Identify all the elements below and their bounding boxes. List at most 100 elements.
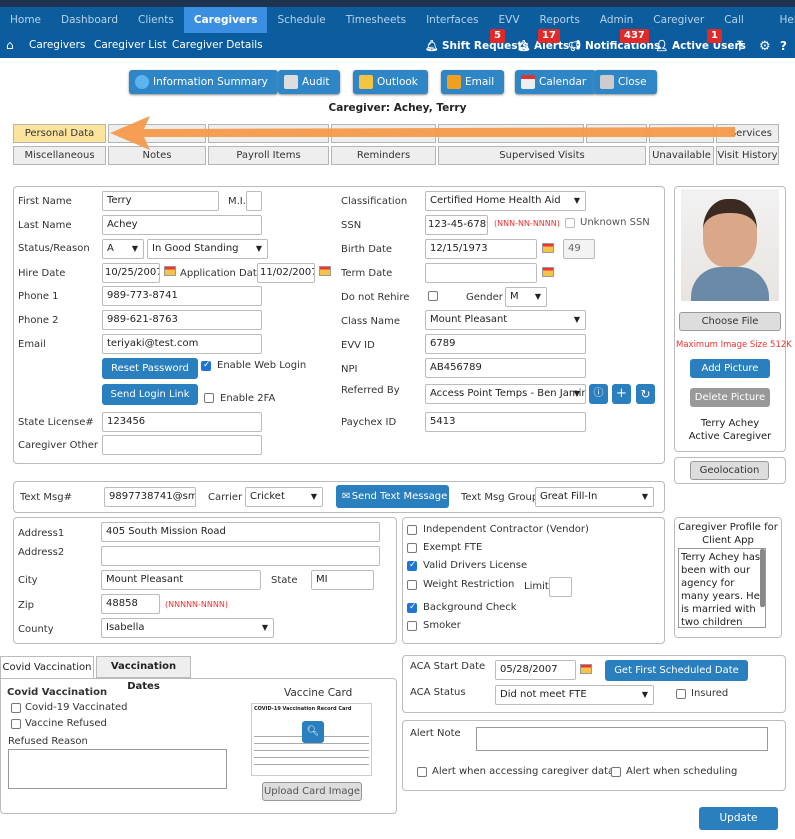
vaccine-refused-checkbox[interactable] [11, 719, 21, 729]
geolocation-button[interactable]: Geolocation [690, 461, 769, 480]
client-app-profile-textarea[interactable]: Terry Achey has been with our agency for… [678, 548, 766, 628]
nav-caregiver-search[interactable]: Caregiver Search [643, 7, 714, 52]
nav-dashboard[interactable]: Dashboard [51, 7, 128, 33]
delete-picture-button[interactable]: Delete Picture [690, 388, 770, 407]
audit-button[interactable]: Audit [278, 70, 340, 94]
nav-caregivers[interactable]: Caregivers [183, 7, 268, 33]
evv-id-input[interactable]: 6789 [425, 334, 586, 354]
tab-personal-data[interactable]: Personal Data [13, 124, 106, 143]
address2-input[interactable] [101, 546, 380, 566]
phone1-input[interactable]: 989-773-8741 [102, 286, 262, 306]
exempt-fte-checkbox[interactable] [407, 543, 417, 553]
referred-by-select[interactable]: Access Point Temps - Ben Jamin [425, 384, 586, 404]
classification-select[interactable]: Certified Home Health Aid [425, 191, 586, 211]
alert-accessing-checkbox[interactable] [417, 767, 427, 777]
term-date-input[interactable] [425, 263, 537, 283]
text-msg-input[interactable]: 9897738741@sms. [104, 487, 196, 507]
gear-icon[interactable]: ⚙ [759, 33, 771, 60]
state-license-input[interactable]: 123456 [102, 412, 262, 432]
calendar-icon[interactable] [542, 243, 554, 253]
independent-contractor-checkbox[interactable] [407, 525, 417, 535]
shift-requests-link[interactable]: 🔔︎ Shift Requests [425, 33, 529, 60]
calendar-icon[interactable] [319, 266, 331, 276]
scrollbar[interactable] [760, 549, 765, 607]
active-users-link[interactable]: 👤︎ Active Users [655, 33, 746, 60]
zip-input[interactable]: 48858 [101, 594, 160, 614]
send-login-link-button[interactable]: Send Login Link [102, 384, 198, 405]
enable-2fa-checkbox[interactable] [204, 393, 214, 403]
do-not-rehire-checkbox[interactable] [428, 291, 438, 301]
upload-card-image-button[interactable]: Upload Card Image [262, 782, 362, 801]
paychex-input[interactable]: 5413 [425, 412, 586, 432]
other-id-input[interactable] [102, 435, 262, 455]
refused-reason-textarea[interactable] [8, 749, 227, 789]
tab-covid-vaccination[interactable]: Covid Vaccination [0, 656, 94, 679]
background-check-checkbox[interactable] [407, 602, 417, 613]
nav-clients[interactable]: Clients [128, 7, 184, 33]
limit-input[interactable] [549, 577, 572, 597]
reset-password-button[interactable]: Reset Password [102, 358, 198, 379]
nav-interfaces[interactable]: Interfaces [416, 7, 488, 33]
tab-vaccination-dates[interactable]: Vaccination Dates [96, 656, 191, 692]
mi-input[interactable] [246, 191, 262, 211]
aca-start-date-input[interactable]: 05/28/2007 [495, 660, 576, 680]
email-input[interactable]: teriyaki@test.com [102, 334, 262, 354]
info-icon[interactable]: ⓘ [589, 384, 608, 404]
calendar-button[interactable]: Calendar [515, 70, 597, 94]
covid-vaccinated-checkbox[interactable] [11, 703, 21, 713]
class-name-select[interactable]: Mount Pleasant [425, 310, 586, 330]
valid-drivers-license-checkbox[interactable] [407, 560, 417, 571]
status-select[interactable]: A [102, 239, 144, 259]
choose-file-button[interactable]: Choose File [679, 312, 781, 331]
send-text-message-button[interactable]: ✉ Send Text Message [336, 485, 449, 508]
alert-note-textarea[interactable] [476, 727, 768, 751]
nav-call-center[interactable]: Call Center [714, 7, 769, 52]
text-msg-group-select[interactable]: Great Fill-In [535, 487, 654, 507]
help-icon[interactable]: ? [780, 33, 787, 60]
address1-input[interactable]: 405 South Mission Road [101, 522, 380, 542]
weight-restriction-checkbox[interactable] [407, 580, 417, 590]
calendar-icon[interactable] [164, 266, 176, 276]
close-button[interactable]: Close [594, 70, 657, 94]
carrier-select[interactable]: Cricket [245, 487, 323, 507]
first-name-input[interactable]: Terry [102, 191, 219, 211]
state-input[interactable]: MI [311, 570, 374, 590]
nav-help[interactable]: Help [770, 7, 795, 33]
add-picture-button[interactable]: Add Picture [690, 359, 770, 378]
zoom-icon[interactable]: 🔍︎ [302, 721, 324, 743]
calendar-icon[interactable] [542, 267, 554, 277]
application-date-input[interactable]: 11/02/2007 [257, 263, 315, 283]
tab-miscellaneous[interactable]: Miscellaneous [13, 146, 106, 165]
alert-scheduling-checkbox[interactable] [611, 767, 621, 777]
refresh-icon[interactable]: ↻ [636, 384, 655, 404]
city-input[interactable]: Mount Pleasant [101, 570, 261, 590]
hire-date-input[interactable]: 10/25/2007 [102, 263, 160, 283]
aca-status-select[interactable]: Did not meet FTE [495, 685, 654, 705]
county-select[interactable]: Isabella [101, 618, 274, 638]
reason-select[interactable]: In Good Standing [147, 239, 268, 259]
last-name-input[interactable]: Achey [102, 215, 262, 235]
enable-web-login-checkbox[interactable] [201, 360, 211, 371]
breadcrumb-caregiver-list[interactable]: Caregiver List [94, 33, 167, 58]
home-icon[interactable]: ⌂ [6, 33, 14, 58]
email-button[interactable]: Email [441, 70, 505, 94]
calendar-icon[interactable] [580, 664, 592, 674]
plus-icon[interactable]: + [612, 384, 631, 404]
phone2-input[interactable]: 989-621-8763 [102, 310, 262, 330]
npi-input[interactable]: AB456789 [425, 358, 586, 378]
nav-schedule[interactable]: Schedule [267, 7, 335, 33]
upload-icon[interactable]: ⤒ [737, 33, 743, 60]
ssn-input[interactable]: 123-45-6789 [425, 215, 488, 235]
outlook-button[interactable]: Outlook [353, 70, 428, 94]
insured-checkbox[interactable] [676, 689, 686, 699]
birth-date-input[interactable]: 12/15/1973 [425, 239, 537, 259]
smoker-checkbox[interactable] [407, 621, 417, 631]
nav-home[interactable]: Home [0, 7, 51, 33]
nav-timesheets[interactable]: Timesheets [336, 7, 416, 33]
gender-select[interactable]: M [505, 287, 547, 307]
update-button[interactable]: Update [699, 807, 778, 830]
information-summary-button[interactable]: Information Summary [129, 70, 278, 94]
get-first-scheduled-date-button[interactable]: Get First Scheduled Date [605, 660, 748, 681]
breadcrumb-caregivers[interactable]: Caregivers [29, 33, 85, 58]
unknown-ssn-checkbox[interactable] [565, 218, 575, 228]
